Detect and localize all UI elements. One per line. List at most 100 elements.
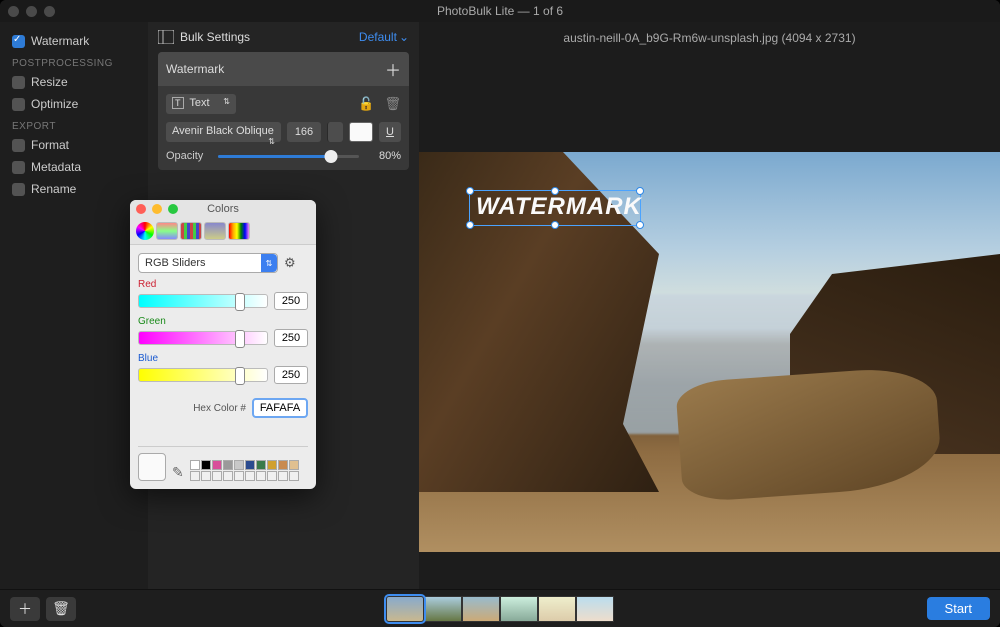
hex-input[interactable] <box>252 398 308 418</box>
checkbox-icon[interactable] <box>12 98 25 111</box>
sidebar-label: Metadata <box>31 160 81 174</box>
titlebar: PhotoBulk Lite — 1 of 6 <box>0 0 1000 22</box>
size-stepper[interactable] <box>327 122 343 142</box>
slider-type-label: RGB Sliders <box>145 257 206 269</box>
sidebar-item-format[interactable]: Format <box>0 134 148 156</box>
settings-header: Bulk Settings Default ⌄ <box>158 28 409 52</box>
image-mode-icon[interactable] <box>204 222 226 240</box>
pencils-mode-icon[interactable] <box>228 222 250 240</box>
font-name: Avenir Black Oblique <box>172 125 274 137</box>
sidebar-item-watermark[interactable]: Watermark <box>0 30 148 52</box>
opacity-slider[interactable] <box>218 155 359 158</box>
green-input[interactable] <box>274 329 308 347</box>
swatch-cell[interactable] <box>223 471 233 481</box>
sidebar-item-rename[interactable]: Rename <box>0 178 148 200</box>
popover-titlebar: Colors <box>130 200 316 218</box>
swatch-cell[interactable] <box>190 471 200 481</box>
slider-knob[interactable] <box>235 367 245 385</box>
footer: ＋ 🗑 Start <box>0 589 1000 627</box>
swatch-cell[interactable] <box>201 460 211 470</box>
checkbox-icon[interactable] <box>12 183 25 196</box>
color-swatch-button[interactable] <box>349 122 373 142</box>
watermark-text[interactable]: WATERMARK <box>476 193 642 221</box>
swatch-cell[interactable] <box>212 460 222 470</box>
font-size-input[interactable] <box>287 122 321 142</box>
swatch-cell[interactable] <box>289 471 299 481</box>
preset-label: Default <box>359 30 397 44</box>
add-images-button[interactable]: ＋ <box>10 597 40 621</box>
settings-title: Bulk Settings <box>180 30 250 44</box>
swatch-cell[interactable] <box>278 460 288 470</box>
checkbox-icon[interactable] <box>12 35 25 48</box>
slider-thumb[interactable] <box>324 150 337 163</box>
red-input[interactable] <box>274 292 308 310</box>
delete-images-button[interactable]: 🗑 <box>46 597 76 621</box>
sidebar-label: Format <box>31 138 69 152</box>
opacity-label: Opacity <box>166 150 212 162</box>
preview-canvas[interactable]: WATERMARK <box>419 54 1000 589</box>
layout-icon <box>158 30 174 44</box>
underline-button[interactable]: U <box>379 122 401 142</box>
add-watermark-button[interactable]: ＋ <box>385 57 401 81</box>
swatch-cell[interactable] <box>212 471 222 481</box>
swatch-cell[interactable] <box>234 471 244 481</box>
current-color-swatch[interactable] <box>138 453 166 481</box>
green-slider[interactable] <box>138 331 268 345</box>
watermark-selection-box[interactable]: WATERMARK <box>469 190 641 226</box>
swatch-cell[interactable] <box>190 460 200 470</box>
thumbnail-1[interactable] <box>386 596 424 622</box>
font-select[interactable]: Avenir Black Oblique ⇅ <box>166 122 281 142</box>
popover-title: Colors <box>130 203 316 215</box>
slider-knob[interactable] <box>235 293 245 311</box>
swatch-cell[interactable] <box>223 460 233 470</box>
handle-top-right[interactable] <box>636 187 644 195</box>
start-button[interactable]: Start <box>927 597 990 620</box>
color-mode-bar <box>130 218 316 245</box>
swatch-cell[interactable] <box>234 460 244 470</box>
swatch-cell[interactable] <box>245 471 255 481</box>
handle-bottom-left[interactable] <box>466 221 474 229</box>
checkbox-icon[interactable] <box>12 76 25 89</box>
sidebar-item-resize[interactable]: Resize <box>0 71 148 93</box>
thumbnail-2[interactable] <box>424 596 462 622</box>
wheel-mode-icon[interactable] <box>136 222 154 240</box>
swatch-cell[interactable] <box>245 460 255 470</box>
gear-icon[interactable]: ⚙ <box>284 255 296 271</box>
handle-top-center[interactable] <box>551 187 559 195</box>
watermark-type-select[interactable]: T Text ⇅ <box>166 94 236 114</box>
swatch-cell[interactable] <box>267 460 277 470</box>
window-title: PhotoBulk Lite — 1 of 6 <box>0 4 1000 18</box>
trash-icon[interactable]: 🗑 <box>384 96 401 112</box>
palettes-mode-icon[interactable] <box>180 222 202 240</box>
swatch-cell[interactable] <box>289 460 299 470</box>
thumbnail-5[interactable] <box>538 596 576 622</box>
slider-knob[interactable] <box>235 330 245 348</box>
blue-slider[interactable] <box>138 368 268 382</box>
swatch-cell[interactable] <box>267 471 277 481</box>
sliders-mode-icon[interactable] <box>156 222 178 240</box>
eyedropper-icon[interactable]: ✎ <box>172 464 184 481</box>
slider-type-select[interactable]: RGB Sliders ⇅ <box>138 253 278 273</box>
swatch-cell[interactable] <box>256 471 266 481</box>
swatch-cell[interactable] <box>256 460 266 470</box>
lock-icon[interactable]: 🔓 <box>358 96 374 112</box>
thumbnail-6[interactable] <box>576 596 614 622</box>
panel-title: Watermark <box>166 62 224 76</box>
checkbox-icon[interactable] <box>12 139 25 152</box>
sidebar-item-optimize[interactable]: Optimize <box>0 93 148 115</box>
thumbnail-4[interactable] <box>500 596 538 622</box>
swatch-grid <box>190 460 299 481</box>
red-label: Red <box>138 279 308 290</box>
handle-bottom-center[interactable] <box>551 221 559 229</box>
thumbnail-3[interactable] <box>462 596 500 622</box>
checkbox-icon[interactable] <box>12 161 25 174</box>
handle-top-left[interactable] <box>466 187 474 195</box>
red-slider[interactable] <box>138 294 268 308</box>
blue-input[interactable] <box>274 366 308 384</box>
handle-bottom-right[interactable] <box>636 221 644 229</box>
sidebar-item-metadata[interactable]: Metadata <box>0 156 148 178</box>
swatch-cell[interactable] <box>201 471 211 481</box>
swatch-cell[interactable] <box>278 471 288 481</box>
sidebar-section-postprocessing: POSTPROCESSING <box>0 52 148 71</box>
preset-dropdown[interactable]: Default ⌄ <box>359 30 409 44</box>
